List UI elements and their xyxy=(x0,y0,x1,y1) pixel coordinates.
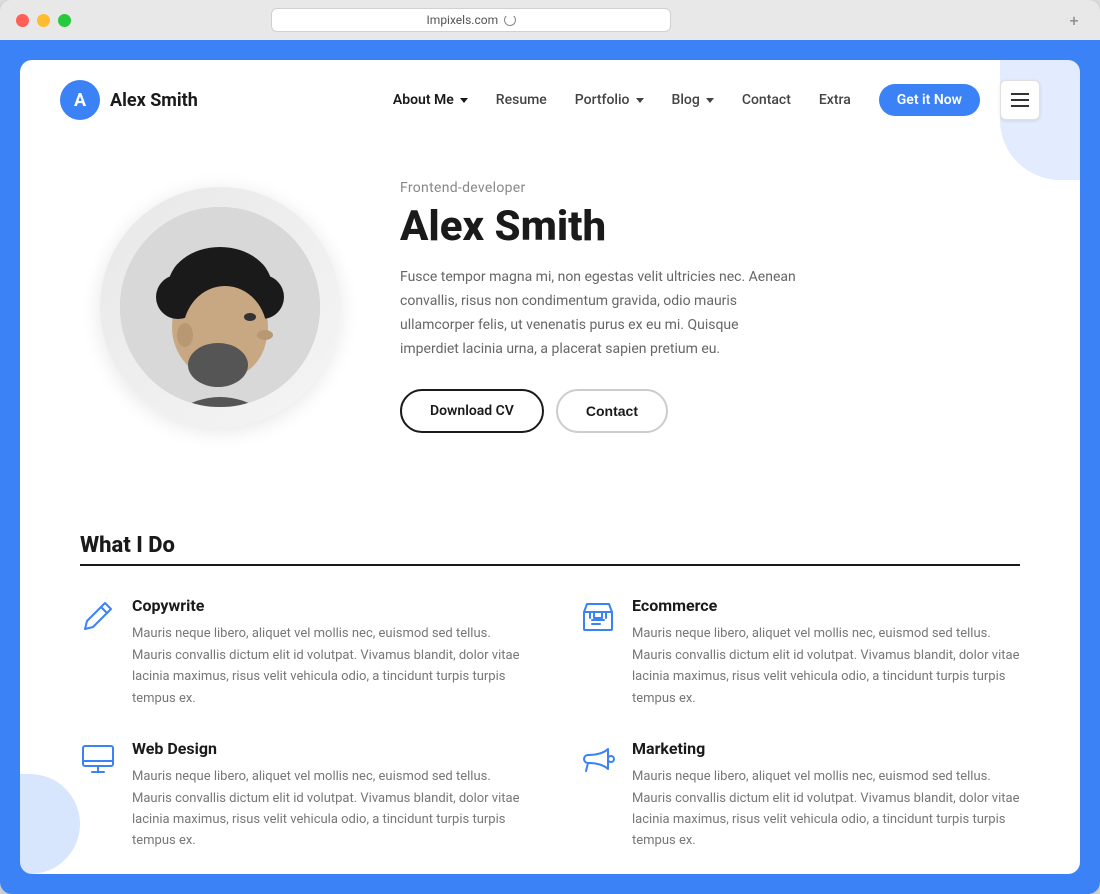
service-title-webdesign: Web Design xyxy=(132,739,520,758)
nav-link-portfolio[interactable]: Portfolio xyxy=(575,92,644,108)
chevron-down-icon xyxy=(460,98,468,103)
hamburger-button[interactable] xyxy=(1000,80,1040,120)
service-content-webdesign: Web Design Mauris neque libero, aliquet … xyxy=(132,739,520,852)
nav-item-portfolio[interactable]: Portfolio xyxy=(575,92,644,108)
nav-link-about[interactable]: About Me xyxy=(393,92,468,108)
service-desc-copywrite: Mauris neque libero, aliquet vel mollis … xyxy=(132,623,520,709)
service-desc-webdesign: Mauris neque libero, aliquet vel mollis … xyxy=(132,766,520,852)
megaphone-icon xyxy=(580,741,616,777)
close-button[interactable] xyxy=(16,14,29,27)
monitor-icon xyxy=(80,741,116,777)
service-content-marketing: Marketing Mauris neque libero, aliquet v… xyxy=(632,739,1020,852)
main-card: A Alex Smith About Me Resume xyxy=(20,60,1080,874)
hero-section: Frontend-developer Alex Smith Fusce temp… xyxy=(20,140,1080,493)
nav-item-extra[interactable]: Extra xyxy=(819,92,851,108)
logo-name: Alex Smith xyxy=(110,90,198,111)
hero-buttons: Download CV Contact xyxy=(400,389,1000,433)
nav-link-cta[interactable]: Get it Now xyxy=(879,84,980,116)
store-icon xyxy=(580,598,616,634)
hamburger-line-1 xyxy=(1011,93,1029,95)
services-grid: Copywrite Mauris neque libero, aliquet v… xyxy=(80,596,1020,852)
nav-item-about[interactable]: About Me xyxy=(393,92,468,108)
service-content-ecommerce: Ecommerce Mauris neque libero, aliquet v… xyxy=(632,596,1020,709)
browser-window: Impixels.com + A Alex Smith xyxy=(0,0,1100,894)
hero-content: Frontend-developer Alex Smith Fusce temp… xyxy=(400,180,1000,433)
what-i-do-title: What I Do xyxy=(80,533,1020,558)
new-tab-button[interactable]: + xyxy=(1064,10,1084,30)
address-bar[interactable]: Impixels.com xyxy=(271,8,671,32)
refresh-icon[interactable] xyxy=(504,14,516,26)
minimize-button[interactable] xyxy=(37,14,50,27)
chevron-down-icon xyxy=(636,98,644,103)
service-item-ecommerce: Ecommerce Mauris neque libero, aliquet v… xyxy=(580,596,1020,709)
profile-portrait xyxy=(120,207,320,407)
service-title-marketing: Marketing xyxy=(632,739,1020,758)
hamburger-line-2 xyxy=(1011,99,1029,101)
pencil-icon xyxy=(80,598,116,634)
download-cv-button[interactable]: Download CV xyxy=(400,389,544,433)
nav-link-blog[interactable]: Blog xyxy=(672,92,714,108)
chevron-down-icon xyxy=(706,98,714,103)
hero-title: Alex Smith xyxy=(400,204,1000,250)
service-title-ecommerce: Ecommerce xyxy=(632,596,1020,615)
service-title-copywrite: Copywrite xyxy=(132,596,520,615)
section-divider xyxy=(80,564,1020,566)
what-i-do-section: What I Do Copywri xyxy=(20,493,1080,874)
browser-titlebar: Impixels.com + xyxy=(0,0,1100,40)
logo[interactable]: A Alex Smith xyxy=(60,80,198,120)
nav-item-resume[interactable]: Resume xyxy=(496,92,547,108)
nav-link-extra[interactable]: Extra xyxy=(819,92,851,108)
service-item-copywrite: Copywrite Mauris neque libero, aliquet v… xyxy=(80,596,520,709)
browser-content: A Alex Smith About Me Resume xyxy=(0,40,1100,894)
nav-item-cta[interactable]: Get it Now xyxy=(879,84,980,116)
service-item-marketing: Marketing Mauris neque libero, aliquet v… xyxy=(580,739,1020,852)
navbar: A Alex Smith About Me Resume xyxy=(20,60,1080,140)
service-desc-ecommerce: Mauris neque libero, aliquet vel mollis … xyxy=(632,623,1020,709)
hamburger-line-3 xyxy=(1011,105,1029,107)
nav-link-contact[interactable]: Contact xyxy=(742,92,791,108)
hero-subtitle: Frontend-developer xyxy=(400,180,1000,196)
service-desc-marketing: Mauris neque libero, aliquet vel mollis … xyxy=(632,766,1020,852)
maximize-button[interactable] xyxy=(58,14,71,27)
hero-description: Fusce tempor magna mi, non egestas velit… xyxy=(400,266,800,361)
contact-button[interactable]: Contact xyxy=(556,389,668,433)
nav-menu: About Me Resume Portfolio xyxy=(393,84,980,116)
service-item-webdesign: Web Design Mauris neque libero, aliquet … xyxy=(80,739,520,852)
portrait-svg xyxy=(120,207,320,407)
url-text: Impixels.com xyxy=(427,13,499,27)
nav-item-blog[interactable]: Blog xyxy=(672,92,714,108)
logo-avatar: A xyxy=(60,80,100,120)
nav-link-resume[interactable]: Resume xyxy=(496,92,547,108)
nav-item-contact[interactable]: Contact xyxy=(742,92,791,108)
service-content-copywrite: Copywrite Mauris neque libero, aliquet v… xyxy=(132,596,520,709)
profile-image-wrapper xyxy=(100,187,340,427)
